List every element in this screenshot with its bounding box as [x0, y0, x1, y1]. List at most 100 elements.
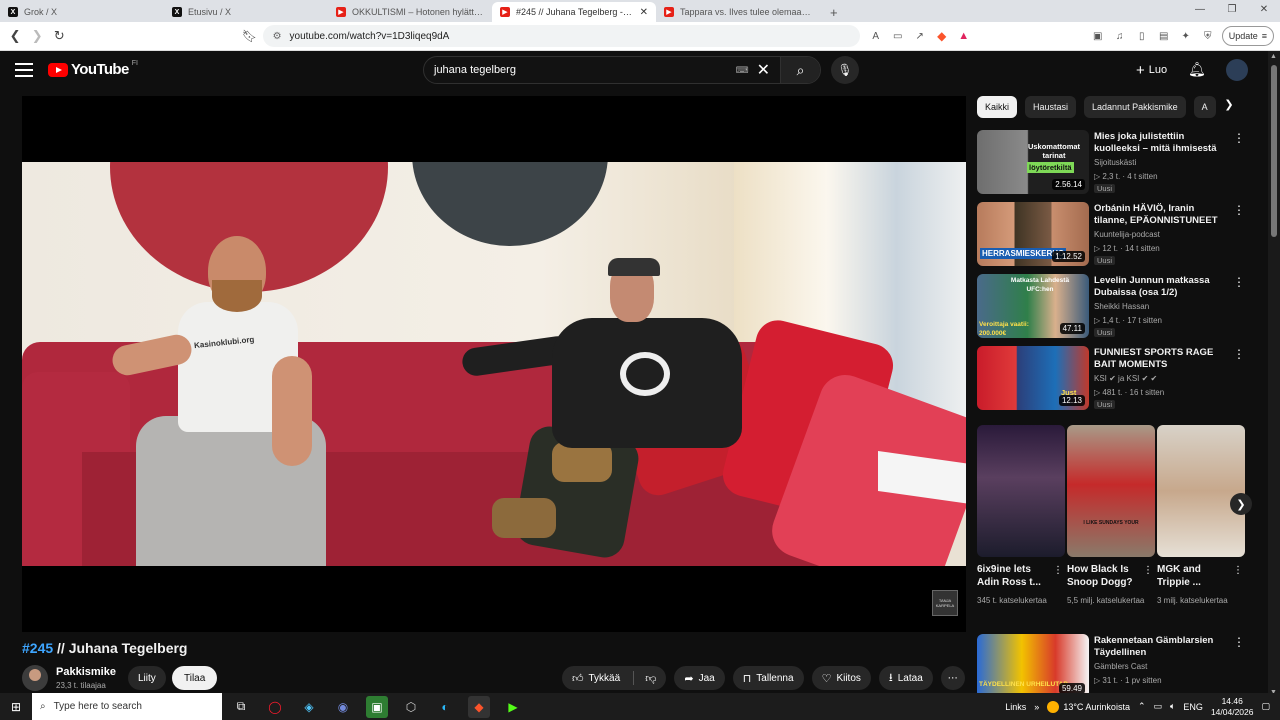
more-icon[interactable]: ⋮	[1233, 565, 1243, 576]
thumbs-down-icon[interactable]: 👎︎	[645, 672, 656, 685]
video-title[interactable]: FUNNIEST SPORTS RAGE BAIT MOMENTS	[1094, 347, 1228, 371]
forward-button[interactable]: ❯	[28, 25, 46, 47]
video-title[interactable]: Rakennetaan Gämblarsien Täydellinen Urhe…	[1094, 635, 1228, 659]
channel-avatar[interactable]	[22, 665, 48, 691]
hashtag-link[interactable]: #245	[22, 640, 53, 656]
short-thumbnail[interactable]	[1157, 425, 1245, 557]
chevron-right-icon[interactable]: »	[1034, 702, 1039, 712]
translate-icon[interactable]: A	[868, 28, 884, 44]
browser-tab[interactable]: ▶ OKKULTISMI – Hotonen hylätty totuu	[328, 2, 492, 22]
vpn-icon[interactable]: ⛨	[1200, 28, 1216, 44]
clock[interactable]: 14.46 14/04/2026	[1211, 696, 1254, 718]
more-icon[interactable]: ⋮	[1053, 565, 1063, 576]
screenshot-icon[interactable]: ▣	[1090, 28, 1106, 44]
wallet-icon[interactable]: ▤	[1156, 28, 1172, 44]
leo-icon[interactable]: ✦	[1178, 28, 1194, 44]
chip-for-you[interactable]: Haustasi	[1025, 96, 1077, 118]
app-icon[interactable]: ▣	[366, 695, 388, 718]
media-icon[interactable]: ♫	[1112, 28, 1128, 44]
youtube-logo[interactable]: YouTube FI	[48, 60, 138, 78]
more-icon[interactable]: ⋮	[1233, 131, 1245, 145]
chip-all[interactable]: Kaikki	[977, 96, 1018, 118]
download-button[interactable]: ⭳ Lataa	[878, 666, 933, 690]
video-title[interactable]: Mies joka julistettiin kuolleeksi – mitä…	[1094, 131, 1228, 155]
close-tab-icon[interactable]: ✕	[640, 7, 648, 18]
app-icon[interactable]: ◈	[298, 696, 320, 718]
task-view-icon[interactable]: ⧉	[230, 696, 252, 718]
bookmark-icon[interactable]: 🔖︎	[240, 25, 258, 47]
volume-icon[interactable]: 🔈︎	[1170, 701, 1175, 712]
update-button[interactable]: Update ≡	[1221, 26, 1274, 46]
reload-button[interactable]: ↻	[50, 25, 68, 47]
channel-name[interactable]: Pakkismike	[56, 666, 116, 678]
video-player[interactable]: Kasinoklubi.org TANJA KARPELA	[22, 96, 966, 632]
taskbar-search[interactable]: ⌕ Type here to search	[32, 693, 222, 720]
recommendation-item[interactable]: Matkasta Lahdestä UFC:hen Veroittaja vaa…	[977, 274, 1257, 338]
video-title[interactable]: Orbánin HÄVIÖ, Iranin tilanne, EPÄONNIST…	[1094, 203, 1228, 227]
short-item[interactable]: I LIKE SUNDAYS YOUR How Black Is Snoop D…	[1067, 425, 1155, 605]
recommendation-item[interactable]: TÄYDELLINEN URHEILUTAP 59.49 Rakennetaan…	[977, 634, 1257, 698]
video-thumbnail[interactable]: TÄYDELLINEN URHEILUTAP 59.49	[977, 634, 1089, 698]
video-thumbnail[interactable]: HERRASMIESKERHO 1.12.52	[977, 202, 1089, 266]
site-info-icon[interactable]: ⚙	[273, 31, 282, 42]
video-thumbnail[interactable]: Matkasta Lahdestä UFC:hen Veroittaja vaa…	[977, 274, 1089, 338]
like-button[interactable]: 👍︎ Tykkää 👎︎	[562, 666, 667, 690]
short-thumbnail[interactable]	[977, 425, 1065, 557]
language-indicator[interactable]: ENG	[1183, 702, 1203, 712]
new-tab-button[interactable]: +	[820, 2, 848, 22]
clear-search-icon[interactable]: ✕	[757, 60, 770, 80]
opera-icon[interactable]: ◯	[264, 696, 286, 718]
create-button[interactable]: + Luo	[1128, 59, 1175, 81]
chevron-right-icon[interactable]: ❯	[1220, 98, 1238, 116]
short-item[interactable]: MGK and Trippie ... ⋮ 3 milj. katseluker…	[1157, 425, 1245, 605]
video-thumbnail[interactable]: Uskomattomat tarinat löytöretkiltä 2.56.…	[977, 130, 1089, 194]
short-item[interactable]: 6ix9ine lets Adin Ross t... ⋮ 345 t. kat…	[977, 425, 1065, 605]
cast-icon[interactable]: ▭	[890, 28, 906, 44]
keyboard-icon[interactable]: ⌨	[736, 65, 749, 76]
account-avatar[interactable]	[1226, 59, 1248, 81]
short-title[interactable]: How Black Is Snoop Dogg?	[1067, 563, 1141, 589]
windows-start-icon[interactable]: ⊞	[0, 693, 32, 720]
more-icon[interactable]: ⋮	[1233, 203, 1245, 217]
discord-icon[interactable]: ◉	[332, 696, 354, 718]
recommendation-item[interactable]: HERRASMIESKERHO 1.12.52 Orbánin HÄVIÖ, I…	[977, 202, 1257, 266]
page-scrollbar[interactable]: ▲ ▼	[1268, 51, 1280, 698]
brave-shield-icon[interactable]: ◆	[934, 28, 950, 44]
short-title[interactable]: 6ix9ine lets Adin Ross t...	[977, 563, 1051, 589]
weather-widget[interactable]: 13°C Aurinkoista	[1047, 700, 1130, 713]
chevron-right-icon[interactable]: ❯	[1230, 493, 1252, 515]
more-icon[interactable]: ⋮	[1233, 347, 1245, 361]
minimize-button[interactable]: —	[1184, 0, 1216, 22]
brave-rewards-icon[interactable]: ▲	[956, 28, 972, 44]
kick-icon[interactable]: ▶	[502, 696, 524, 718]
channel-name[interactable]: KSI ✔ ja KSI ✔ ✔	[1094, 374, 1157, 383]
more-actions-button[interactable]: ⋯	[940, 666, 965, 690]
subscribe-button[interactable]: Tilaa	[172, 666, 218, 690]
maximize-button[interactable]: ❐	[1216, 0, 1248, 22]
microphone-icon[interactable]: 🎙︎	[831, 56, 859, 84]
scroll-up-arrow-icon[interactable]: ▲	[1270, 53, 1277, 60]
thanks-button[interactable]: ♡ Kiitos	[811, 666, 871, 690]
browser-tab[interactable]: ▶ Tappara vs. Ilves tulee olemaan sepp	[656, 2, 820, 22]
network-icon[interactable]: ▭	[1154, 701, 1163, 712]
share-button[interactable]: ➦ Jaa	[674, 666, 725, 690]
recommendation-item[interactable]: Just 12.13 FUNNIEST SPORTS RAGE BAIT MOM…	[977, 346, 1257, 410]
channel-name[interactable]: Sijoituskästi	[1094, 158, 1136, 167]
recommendation-item[interactable]: Uskomattomat tarinat löytöretkiltä 2.56.…	[977, 130, 1257, 194]
short-thumbnail[interactable]: I LIKE SUNDAYS YOUR	[1067, 425, 1155, 557]
sidebar-icon[interactable]: ▯	[1134, 28, 1150, 44]
brave-icon[interactable]: ◆	[468, 695, 490, 718]
channel-name[interactable]: Gämblers Cast	[1094, 662, 1147, 671]
chevron-up-icon[interactable]: ⌃	[1138, 701, 1146, 712]
notifications-icon[interactable]: ▢	[1261, 701, 1270, 712]
browser-tab[interactable]: X Etusivu / X	[164, 2, 328, 22]
more-icon[interactable]: ⋮	[1233, 635, 1245, 649]
channel-name[interactable]: Kuuntelija-podcast	[1094, 230, 1160, 239]
app-icon[interactable]: ⬡	[400, 696, 422, 718]
browser-tab-active[interactable]: ▶ #245 // Juhana Tegelberg - Yo ✕	[492, 2, 656, 22]
scrollbar-thumb[interactable]	[1271, 65, 1277, 237]
notifications-bell-icon[interactable]: 🔔︎	[1188, 61, 1206, 78]
short-title[interactable]: MGK and Trippie ...	[1157, 563, 1231, 589]
join-button[interactable]: Liity	[128, 666, 166, 690]
channel-name[interactable]: Sheikki Hassan	[1094, 302, 1149, 311]
